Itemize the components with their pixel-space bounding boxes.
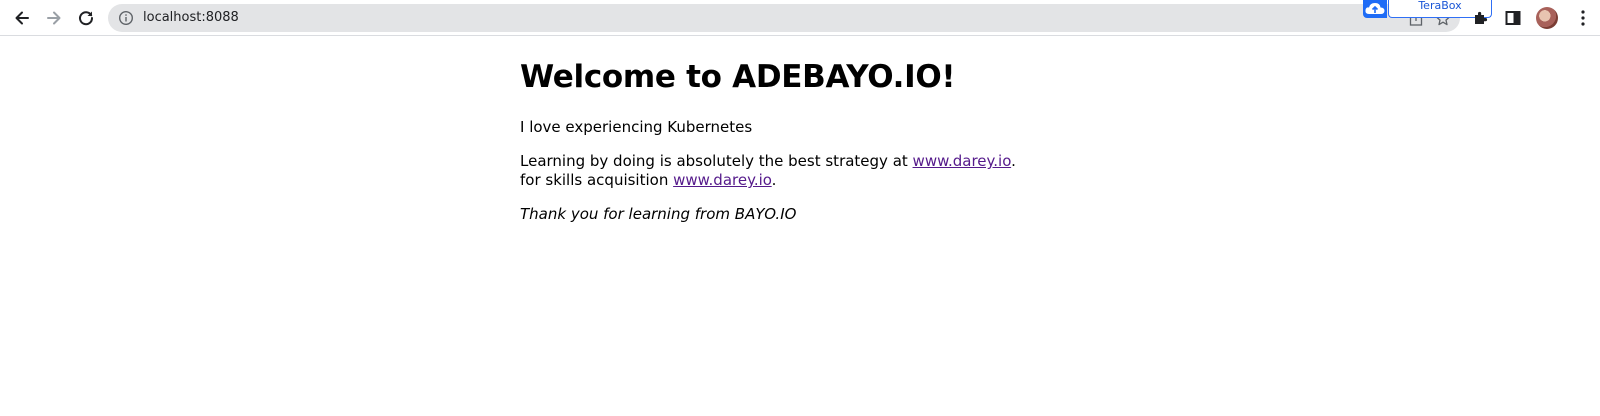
forward-button[interactable] [40,4,68,32]
punctuation: . [771,171,777,189]
reload-icon [79,11,94,26]
reload-button[interactable] [72,4,100,32]
learning-paragraph: Learning by doing is absolutely the best… [520,152,1220,190]
arrow-right-icon [47,11,61,25]
avatar[interactable] [1536,7,1558,29]
more-vert-icon[interactable] [1574,8,1592,28]
info-icon[interactable] [118,10,134,26]
back-button[interactable] [8,4,36,32]
page-content: Welcome to ADEBAYO.IO! I love experienci… [520,36,1220,224]
address-bar[interactable]: localhost:8088 [108,4,1460,32]
terabox-logo [1363,0,1387,18]
learning-text: Learning by doing is absolutely the best… [520,152,913,170]
url-text[interactable]: localhost:8088 [143,4,239,32]
skills-text: for skills acquisition [520,171,674,189]
darey-link[interactable]: www.darey.io [913,152,1012,170]
page-title: Welcome to ADEBAYO.IO! [520,59,956,95]
browser-toolbar: localhost:8088 TeraBox [0,0,1600,36]
thank-you-text: Thank you for learning from BAYO.IO [520,205,797,223]
intro-text: I love experiencing Kubernetes [520,118,753,136]
punctuation: . [1011,152,1016,170]
puzzle-icon[interactable] [1472,9,1490,27]
side-panel-icon[interactable] [1504,9,1522,27]
arrow-left-icon [15,11,29,25]
cloud-upload-icon [1365,3,1385,14]
darey-link-2[interactable]: www.darey.io [673,171,772,189]
